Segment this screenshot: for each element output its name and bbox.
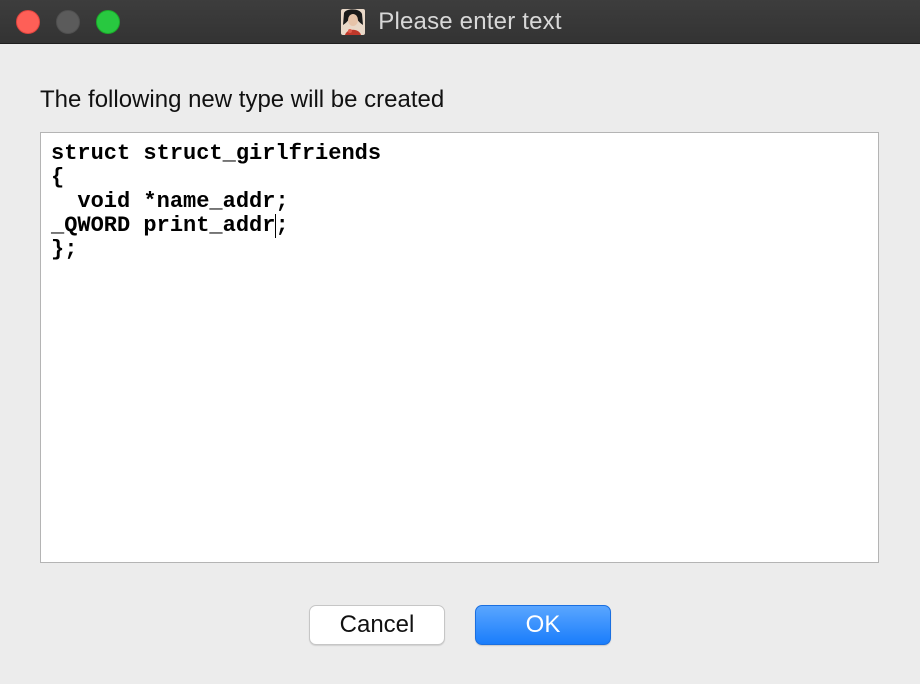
window-title: Please enter text	[378, 8, 562, 35]
title-bar[interactable]: Please enter text	[0, 0, 920, 44]
code-line: };	[51, 237, 78, 262]
code-line-with-caret: _QWORD print_addr;	[51, 214, 289, 238]
title-container: Please enter text	[0, 0, 920, 44]
text-editor[interactable]: struct struct_girlfriends { void *name_a…	[40, 132, 879, 563]
cancel-button[interactable]: Cancel	[309, 605, 445, 645]
dialog-window: Please enter text The following new type…	[0, 0, 920, 684]
prompt-label: The following new type will be created	[40, 86, 445, 113]
code-line: struct struct_girlfriends	[51, 141, 382, 166]
code-text-before-caret: _QWORD print_addr	[51, 213, 276, 238]
code-line: void *name_addr;	[51, 189, 289, 214]
code-line: {	[51, 165, 65, 190]
ok-button[interactable]: OK	[475, 605, 611, 645]
code-text-after-caret: ;	[275, 213, 289, 238]
portrait-icon	[341, 9, 366, 35]
